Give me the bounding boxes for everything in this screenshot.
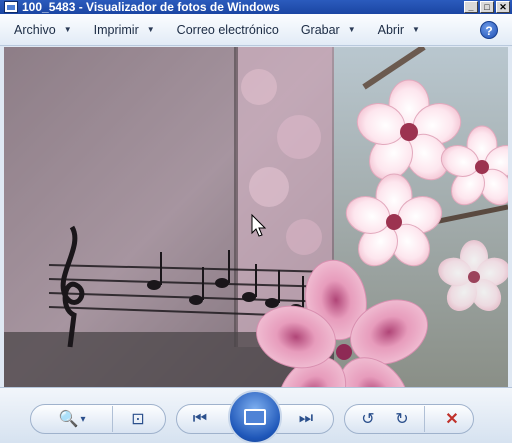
next-button[interactable]: ⏭ — [292, 408, 320, 430]
rotate-left-icon: ↺ — [361, 411, 375, 428]
zoom-button[interactable]: 🔍 ▾ — [58, 408, 86, 430]
previous-icon: ⏮ — [192, 410, 208, 427]
app-icon — [4, 1, 18, 13]
menu-imprimir-label: Imprimir — [93, 22, 139, 37]
fit-window-icon: ⊡ — [131, 411, 145, 428]
chevron-down-icon: ▼ — [412, 25, 420, 34]
menu-grabar-label: Grabar — [300, 22, 340, 37]
chevron-down-icon: ▾ — [80, 413, 86, 425]
toolbar-divider — [112, 406, 113, 432]
menu-imprimir[interactable]: Imprimir ▼ — [94, 23, 155, 37]
title-bar: 100_5483 - Visualizador de fotos de Wind… — [0, 0, 512, 14]
menu-archivo-label: Archivo — [14, 22, 56, 37]
photo-image — [4, 47, 508, 387]
photo-viewport — [4, 47, 508, 387]
delete-button[interactable]: ✕ — [438, 408, 466, 430]
menu-correo[interactable]: Correo electrónico — [177, 23, 279, 37]
chevron-down-icon: ▼ — [63, 25, 72, 34]
menu-archivo[interactable]: Archivo ▼ — [14, 23, 72, 37]
rotate-right-button[interactable]: ↻ — [388, 408, 416, 430]
magnifier-icon: 🔍 — [58, 411, 79, 428]
menu-abrir[interactable]: Abrir ▼ — [378, 23, 420, 37]
rotate-left-button[interactable]: ↺ — [354, 408, 382, 430]
maximize-button[interactable]: □ — [480, 1, 494, 13]
help-icon[interactable]: ? — [480, 21, 498, 39]
rotate-right-icon: ↻ — [395, 411, 409, 428]
slideshow-icon — [244, 409, 266, 425]
window-title: 100_5483 - Visualizador de fotos de Wind… — [22, 0, 280, 14]
slideshow-button[interactable] — [228, 390, 282, 443]
chevron-down-icon: ▼ — [347, 25, 356, 34]
menu-correo-label: Correo electrónico — [176, 22, 279, 37]
previous-button[interactable]: ⏮ — [186, 408, 214, 430]
menu-abrir-label: Abrir — [377, 22, 405, 37]
toolbar-divider — [424, 406, 425, 432]
actual-size-button[interactable]: ⊡ — [124, 408, 152, 430]
viewer-toolbar: 🔍 ▾ ⊡ ⏮ ⏭ ↺ ↻ ✕ — [0, 387, 512, 443]
menu-grabar[interactable]: Grabar ▼ — [301, 23, 356, 37]
close-button[interactable]: ✕ — [496, 1, 510, 13]
minimize-button[interactable]: _ — [464, 1, 478, 13]
next-icon: ⏭ — [298, 410, 314, 427]
chevron-down-icon: ▼ — [146, 25, 155, 34]
delete-icon: ✕ — [445, 411, 459, 428]
menu-bar: Archivo ▼ Imprimir ▼ Correo electrónico … — [0, 14, 512, 46]
